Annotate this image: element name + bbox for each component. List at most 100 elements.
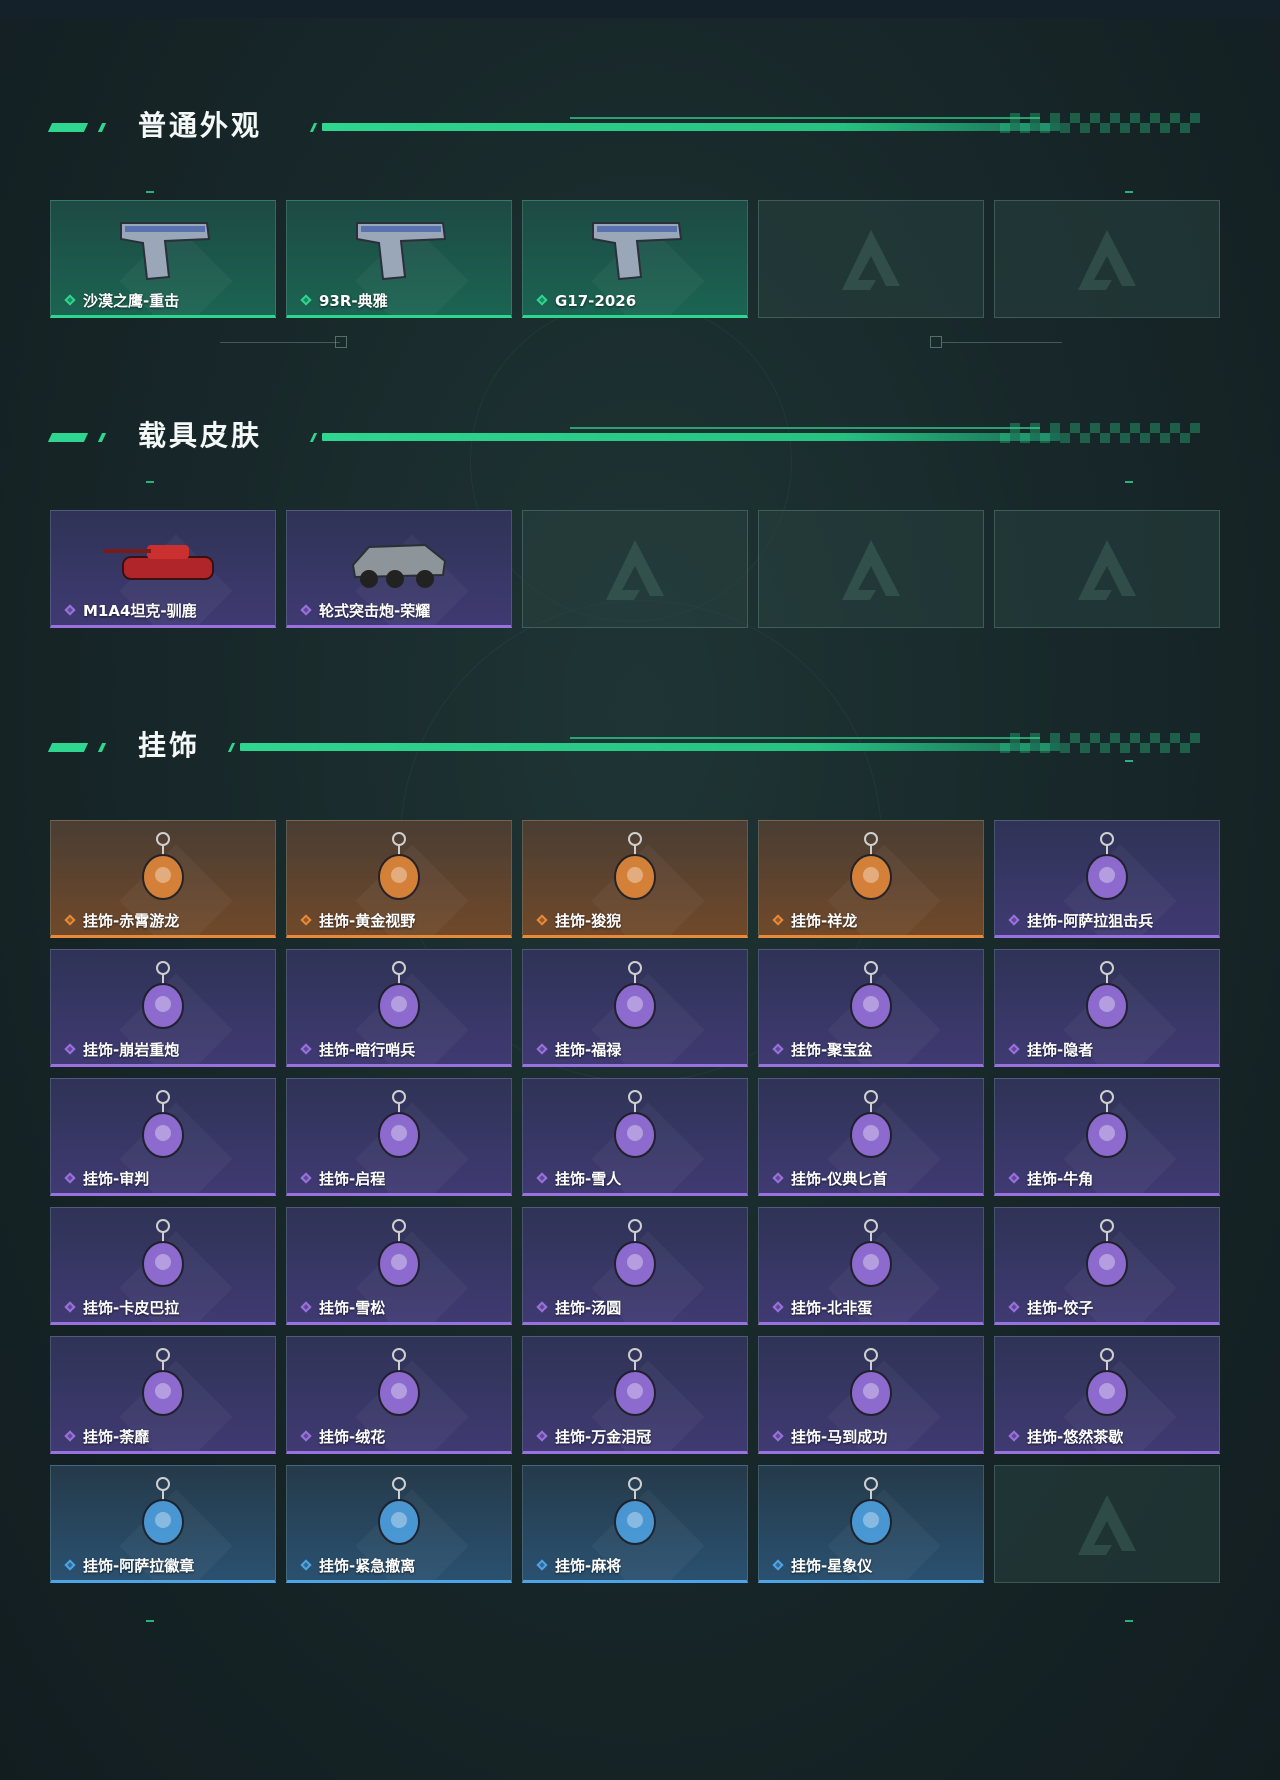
item-card[interactable]: 挂饰-审判 (50, 1078, 276, 1196)
charm-icon (850, 961, 892, 1029)
rarity-diamond-icon (536, 1172, 548, 1184)
header-rule-thin (570, 427, 1040, 429)
item-name: 挂饰-崩岩重炮 (83, 1041, 180, 1059)
item-card[interactable]: 挂饰-崩岩重炮 (50, 949, 276, 1067)
pistol-icon (356, 222, 447, 281)
checker-decoration (1000, 733, 1200, 753)
item-card[interactable]: 挂饰-祥龙 (758, 820, 984, 938)
item-card[interactable]: M1A4坦克-驯鹿 (50, 510, 276, 628)
rarity-diamond-icon (64, 1559, 76, 1571)
rarity-diamond-icon (772, 1559, 784, 1571)
rarity-diamond-icon (64, 294, 76, 306)
empty-slot (994, 1465, 1220, 1583)
rarity-diamond-icon (536, 1430, 548, 1442)
empty-slot (522, 510, 748, 628)
section-title: 载具皮肤 (138, 419, 263, 452)
item-name: 挂饰-麻将 (555, 1557, 622, 1575)
item-card[interactable]: 挂饰-饺子 (994, 1207, 1220, 1325)
item-card[interactable]: 挂饰-福禄 (522, 949, 748, 1067)
item-card[interactable]: 挂饰-荼靡 (50, 1336, 276, 1454)
item-card[interactable]: 挂饰-星象仪 (758, 1465, 984, 1583)
rarity-diamond-icon (536, 914, 548, 926)
item-card[interactable]: 挂饰-阿萨拉狙击兵 (994, 820, 1220, 938)
item-card[interactable]: 挂饰-牛角 (994, 1078, 1220, 1196)
item-name: 挂饰-饺子 (1027, 1299, 1094, 1317)
header-accent (47, 123, 89, 132)
item-card[interactable]: 挂饰-雪松 (286, 1207, 512, 1325)
charm-icon (614, 961, 656, 1029)
empty-slot (758, 510, 984, 628)
charm-icon (378, 832, 420, 900)
charm-icon (142, 1219, 184, 1287)
item-name: 挂饰-荼靡 (83, 1428, 150, 1446)
item-card[interactable]: 挂饰-卡皮巴拉 (50, 1207, 276, 1325)
rarity-diamond-icon (300, 914, 312, 926)
item-name: 挂饰-悠然茶歇 (1027, 1428, 1124, 1446)
charm-icon (142, 961, 184, 1029)
charm-icon (142, 832, 184, 900)
charm-icon (142, 1348, 184, 1416)
item-name: G17-2026 (555, 292, 637, 310)
charm-icon (614, 1348, 656, 1416)
rarity-diamond-icon (772, 1301, 784, 1313)
game-logo-icon (1078, 540, 1136, 600)
item-card[interactable]: 挂饰-黄金视野 (286, 820, 512, 938)
item-card[interactable]: 挂饰-绒花 (286, 1336, 512, 1454)
item-name: 挂饰-暗行哨兵 (319, 1041, 416, 1059)
rarity-diamond-icon (300, 1301, 312, 1313)
item-card[interactable]: 挂饰-仪典匕首 (758, 1078, 984, 1196)
rarity-diamond-icon (64, 1301, 76, 1313)
item-card[interactable]: 挂饰-北非蛋 (758, 1207, 984, 1325)
charm-icon (1086, 1219, 1128, 1287)
header-accent (97, 433, 107, 442)
header-rule (240, 743, 1060, 751)
item-card[interactable]: 挂饰-万金泪冠 (522, 1336, 748, 1454)
item-card[interactable]: G17-2026 (522, 200, 748, 318)
empty-slot (994, 200, 1220, 318)
rarity-diamond-icon (536, 1559, 548, 1571)
item-name: 挂饰-隐者 (1027, 1041, 1094, 1059)
rarity-diamond-icon (1008, 914, 1020, 926)
item-card[interactable]: 挂饰-紧急撤离 (286, 1465, 512, 1583)
pistol-icon (120, 222, 211, 281)
item-name: 93R-典雅 (319, 292, 388, 310)
armored-car-icon (351, 543, 447, 588)
item-card[interactable]: 挂饰-启程 (286, 1078, 512, 1196)
charm-icon (614, 1477, 656, 1545)
rarity-diamond-icon (300, 1172, 312, 1184)
item-card[interactable]: 挂饰-狻猊 (522, 820, 748, 938)
item-card[interactable]: 挂饰-雪人 (522, 1078, 748, 1196)
header-rule-thin (570, 117, 1040, 119)
game-logo-icon (842, 540, 900, 600)
item-name: 挂饰-审判 (83, 1170, 150, 1188)
item-card[interactable]: 挂饰-麻将 (522, 1465, 748, 1583)
tick-mark (1125, 760, 1133, 762)
item-card[interactable]: 挂饰-隐者 (994, 949, 1220, 1067)
header-accent (47, 433, 89, 442)
item-card[interactable]: 沙漠之鹰-重击 (50, 200, 276, 318)
item-card[interactable]: 轮式突击炮-荣耀 (286, 510, 512, 628)
tick-mark (1125, 1620, 1133, 1622)
item-card[interactable]: 挂饰-暗行哨兵 (286, 949, 512, 1067)
charm-icon (614, 832, 656, 900)
header-accent (227, 743, 236, 752)
charm-icon (850, 832, 892, 900)
rarity-diamond-icon (772, 1172, 784, 1184)
pistol-icon (592, 222, 683, 281)
item-card[interactable]: 93R-典雅 (286, 200, 512, 318)
rarity-diamond-icon (772, 1043, 784, 1055)
item-card[interactable]: 挂饰-阿萨拉徽章 (50, 1465, 276, 1583)
rarity-diamond-icon (300, 604, 312, 616)
item-card[interactable]: 挂饰-赤霄游龙 (50, 820, 276, 938)
section-normal-skins: 普通外观 沙漠之鹰-重击 93R-典雅 G17-2026 (47, 108, 1230, 328)
item-name: 挂饰-星象仪 (791, 1557, 873, 1575)
item-card[interactable]: 挂饰-悠然茶歇 (994, 1336, 1220, 1454)
charm-icon (1086, 1090, 1128, 1158)
charm-icon (850, 1348, 892, 1416)
item-name: 挂饰-阿萨拉狙击兵 (1027, 912, 1154, 930)
item-name: 挂饰-阿萨拉徽章 (83, 1557, 195, 1575)
rarity-diamond-icon (536, 1043, 548, 1055)
item-card[interactable]: 挂饰-马到成功 (758, 1336, 984, 1454)
item-card[interactable]: 挂饰-汤圆 (522, 1207, 748, 1325)
item-card[interactable]: 挂饰-聚宝盆 (758, 949, 984, 1067)
